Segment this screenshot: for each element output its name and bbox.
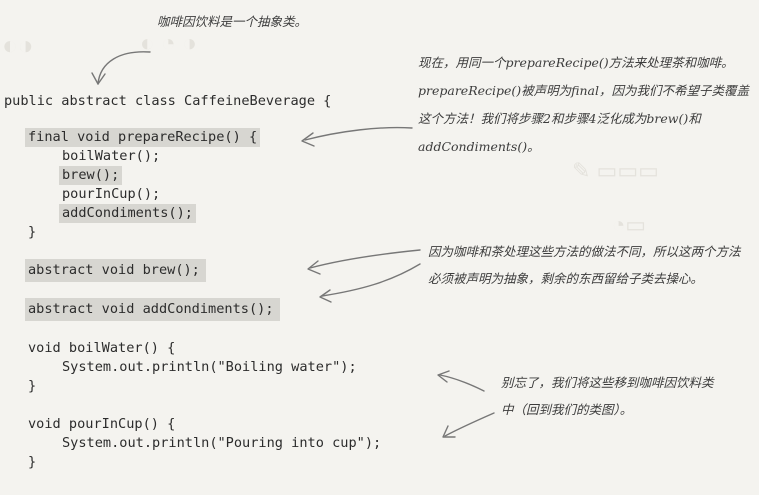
note-moved-methods: 别忘了，我们将这些移到咖啡因饮料类中（回到我们的类图）。 — [501, 375, 714, 417]
note-prepare-recipe: 现在，用同一个prepareRecipe()方法来处理茶和咖啡。prepareR… — [418, 55, 750, 154]
boil-water-body: System.out.println("Boiling water"); — [62, 359, 357, 375]
ghost-glyph: ◐◑ — [2, 30, 34, 60]
add-condiments-call: addCondiments(); — [59, 204, 196, 223]
pour-in-cup-signature: void pourInCup() { — [28, 416, 176, 432]
closing-brace: } — [28, 224, 37, 240]
arrow-to-prepare-recipe — [301, 126, 413, 147]
boil-water-call: boilWater(); — [62, 148, 161, 164]
note-abstract-methods: 因为咖啡和茶处理这些方法的做法不同，所以这两个方法必须被声明为抽象，剩余的东西留… — [428, 244, 741, 286]
prepare-recipe-signature: final void prepareRecipe() { — [25, 128, 261, 147]
pour-in-cup-call: pourInCup(); — [62, 186, 161, 202]
ghost-glyph: ◔▭ — [612, 212, 647, 237]
abstract-add-condiments-declaration: abstract void addCondiments(); — [25, 298, 280, 321]
arrow-to-abstract-brew — [307, 249, 421, 275]
note-abstract-class: 咖啡因饮料是一个抽象类。 — [157, 14, 308, 29]
closing-brace: } — [28, 378, 37, 394]
ghost-glyph: ✎ ▭▭▭ — [572, 158, 659, 183]
brew-call: brew(); — [59, 166, 123, 185]
ghost-glyph: ◐ ◔ ◑ — [140, 30, 197, 57]
boil-water-signature: void boilWater() { — [28, 340, 176, 356]
closing-brace: } — [28, 454, 37, 470]
pour-in-cup-body: System.out.println("Pouring into cup"); — [62, 435, 382, 451]
arrow-to-boil-water — [437, 370, 485, 392]
arrow-to-abstract-add-condiments — [319, 263, 421, 303]
arrow-to-pour-in-cup — [442, 412, 495, 438]
abstract-brew-declaration: abstract void brew(); — [25, 259, 206, 282]
class-declaration: public abstract class CaffeineBeverage { — [4, 93, 332, 109]
